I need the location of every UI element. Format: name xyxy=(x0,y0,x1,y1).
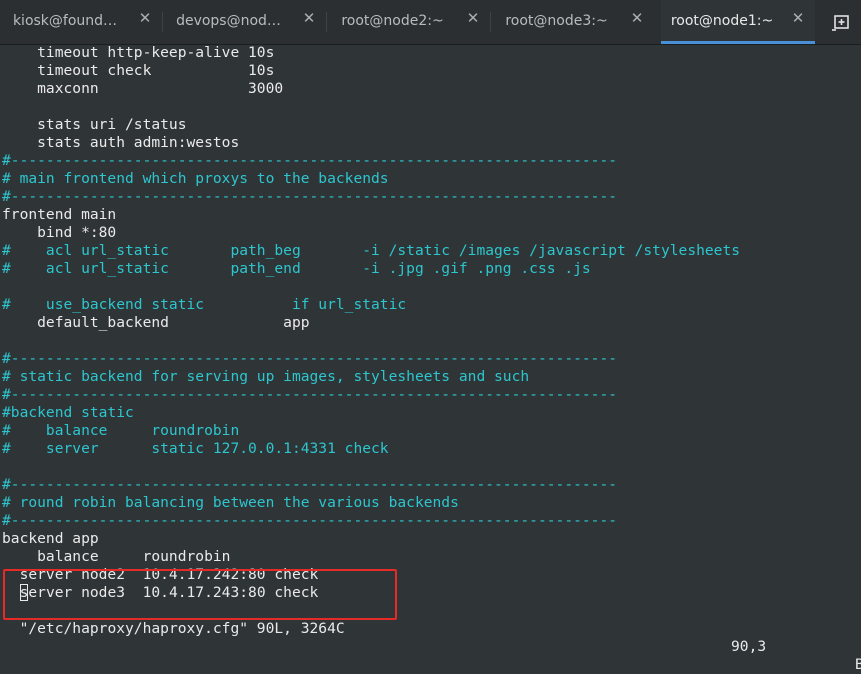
close-icon[interactable]: ✕ xyxy=(138,11,152,26)
terminal-line: bind *:80 xyxy=(2,224,117,241)
terminal-line: # acl url_static path_end -i .jpg .gif .… xyxy=(2,260,591,277)
file-info: "/etc/haproxy/haproxy.cfg" 90L, 3264C xyxy=(19,620,345,637)
tab-label: root@node2:~ xyxy=(341,13,444,29)
terminal-line: # use_backend static if url_static xyxy=(2,296,407,313)
new-tab-icon xyxy=(832,15,849,31)
terminal-line: #backend static xyxy=(2,404,134,421)
close-icon[interactable]: ✕ xyxy=(302,11,316,26)
tab-node1[interactable]: root@node1:~ ✕ xyxy=(661,0,815,44)
tab-devops[interactable]: devops@nod… ✕ xyxy=(163,0,326,44)
terminal-line: frontend main xyxy=(2,206,117,223)
tab-label: root@node1:~ xyxy=(670,13,774,29)
scroll-indicator: B xyxy=(855,656,861,673)
cursor-position: 90,3 xyxy=(731,638,767,655)
tab-node2[interactable]: root@node2:~ ✕ xyxy=(327,0,490,44)
cursor-line-suffix: erver node3 10.4.17.243:80 check xyxy=(28,584,319,601)
tab-bar: kiosk@found… ✕ devops@nod… ✕ root@node2:… xyxy=(0,0,861,45)
terminal-line: #---------------------------------------… xyxy=(2,350,618,367)
terminal-line: backend app xyxy=(2,530,99,547)
terminal-output[interactable]: timeout http-keep-alive 10s timeout chec… xyxy=(2,44,861,602)
terminal-line: timeout check 10s xyxy=(2,62,275,79)
tab-node3[interactable]: root@node3:~ ✕ xyxy=(491,0,654,44)
terminal-line: #---------------------------------------… xyxy=(2,476,618,493)
terminal-line-cursor: server node3 10.4.17.243:80 check xyxy=(2,584,861,602)
terminal-line: maxconn 3000 xyxy=(2,80,284,97)
new-tab-button[interactable] xyxy=(821,0,861,44)
cursor-line-prefix xyxy=(2,584,20,601)
tab-label: kiosk@found… xyxy=(12,13,118,29)
terminal-line: timeout http-keep-alive 10s xyxy=(2,44,275,61)
close-icon[interactable]: ✕ xyxy=(791,11,805,26)
terminal-line: # balance roundrobin xyxy=(2,422,240,439)
terminal-line: stats uri /status xyxy=(2,116,187,133)
close-icon[interactable]: ✕ xyxy=(466,11,480,26)
tab-label: root@node3:~ xyxy=(505,13,608,29)
terminal-line: # main frontend which proxys to the back… xyxy=(2,170,389,187)
terminal-line: #---------------------------------------… xyxy=(2,386,618,403)
vim-status-bar: "/etc/haproxy/haproxy.cfg" 90L, 3264C 90… xyxy=(2,602,861,673)
tab-kiosk[interactable]: kiosk@found… ✕ xyxy=(0,0,162,44)
terminal-line: #---------------------------------------… xyxy=(2,188,618,205)
terminal-line: # static backend for serving up images, … xyxy=(2,368,530,385)
terminal-line: # acl url_static path_beg -i /static /im… xyxy=(2,242,741,259)
tab-label: devops@nod… xyxy=(176,13,281,29)
terminal-line: default_backend app xyxy=(2,314,310,331)
close-icon[interactable]: ✕ xyxy=(630,11,644,26)
terminal-line: #---------------------------------------… xyxy=(2,512,618,529)
terminal-line: #---------------------------------------… xyxy=(2,152,618,169)
terminal-line: balance roundrobin xyxy=(2,548,231,565)
terminal-line: server node2 10.4.17.242:80 check xyxy=(2,566,319,583)
terminal-line: stats auth admin:westos xyxy=(2,134,240,151)
terminal-line: # server static 127.0.0.1:4331 check xyxy=(2,440,389,457)
terminal-line: # round robin balancing between the vari… xyxy=(2,494,459,511)
